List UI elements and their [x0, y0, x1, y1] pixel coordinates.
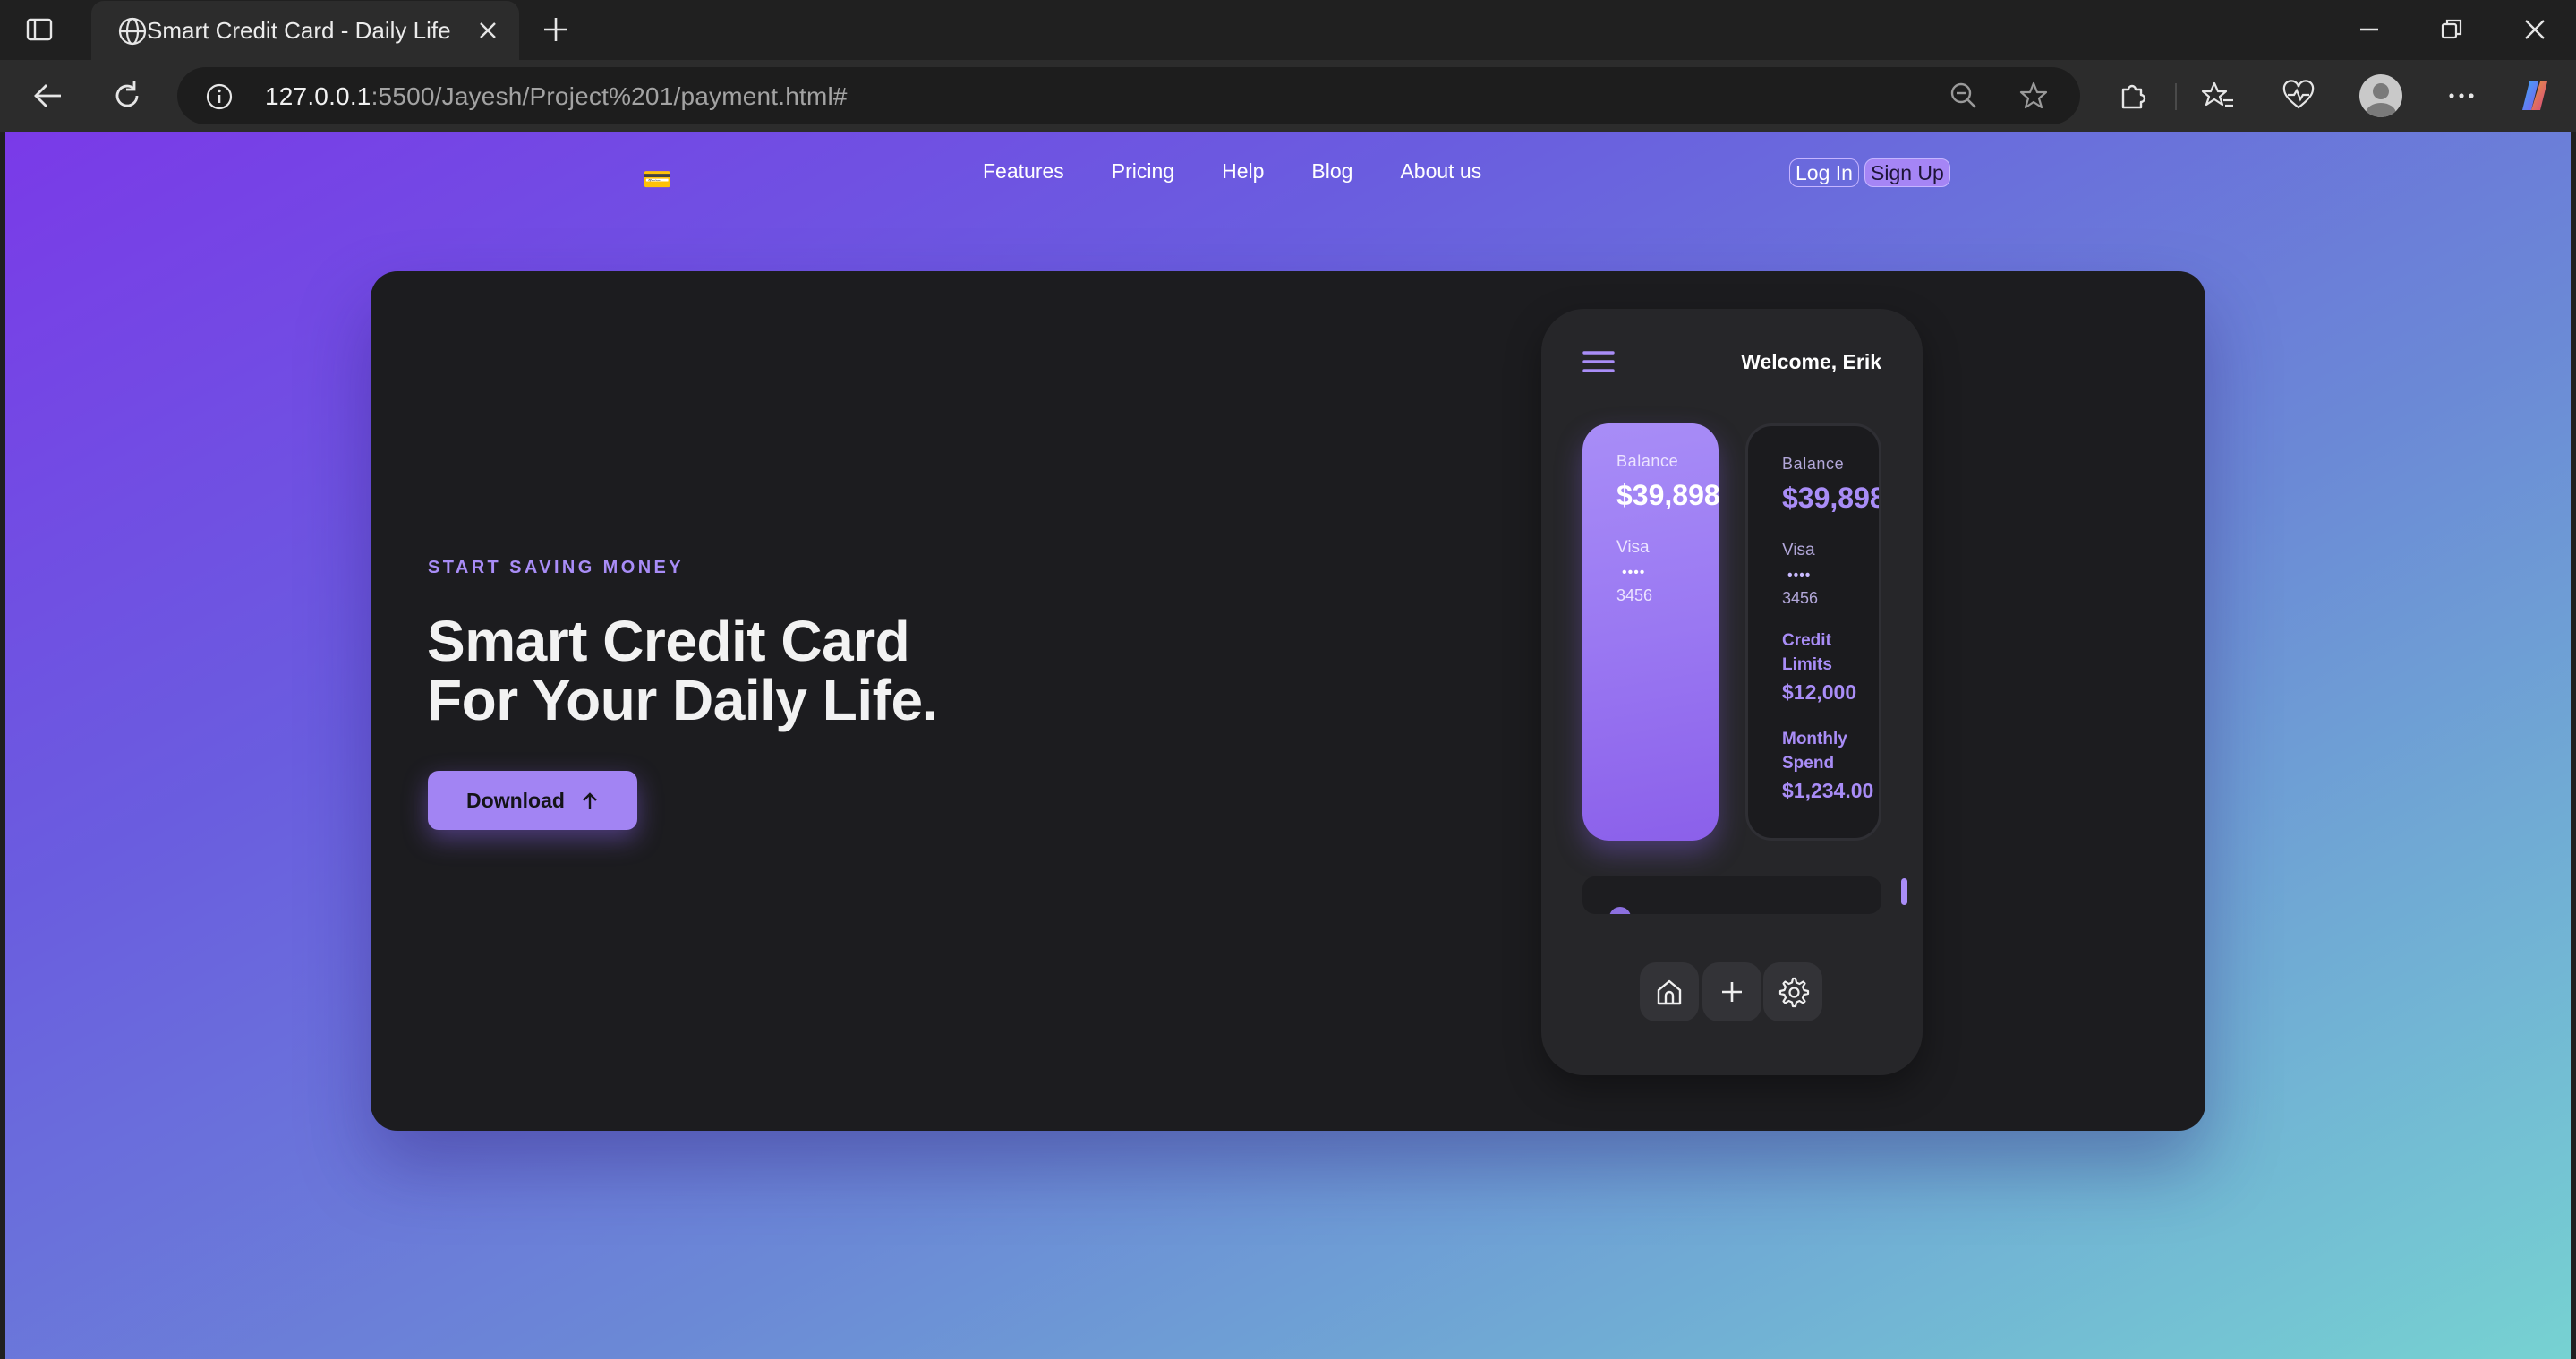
card-brand: Visa	[1782, 541, 1815, 560]
card-masked-digits: ••••	[1622, 565, 1646, 580]
gear-icon	[1778, 977, 1810, 1008]
sidebar-toggle-icon[interactable]	[25, 15, 54, 44]
add-button[interactable]	[1702, 962, 1761, 1021]
card-last-four: 3456	[1782, 589, 1819, 607]
site-navbar: 💳 Features Pricing Help Blog About us Lo…	[5, 132, 2571, 212]
card-balance-value: $39,898	[1782, 482, 1881, 514]
more-options-icon[interactable]	[2444, 78, 2479, 114]
card-balance-label: Balance	[1782, 455, 1845, 473]
extensions-icon[interactable]	[2114, 78, 2150, 114]
signup-button[interactable]: Sign Up	[1864, 158, 1950, 187]
credit-card-logo-icon[interactable]: 💳	[643, 167, 671, 191]
browser-tabstrip: Smart Credit Card - Daily Life	[0, 0, 2576, 60]
browser-tab-active[interactable]: Smart Credit Card - Daily Life	[91, 1, 519, 60]
address-bar[interactable]: 127.0.0.1:5500/Jayesh/Project%201/paymen…	[177, 67, 2080, 124]
balance-card[interactable]: Balance $39,898 Visa •••• 3456 Credit Li…	[1745, 423, 1881, 841]
headline-line-2: For Your Daily Life.	[427, 668, 938, 732]
info-icon[interactable]	[204, 81, 235, 112]
list-item-avatar	[1609, 907, 1631, 914]
reload-icon[interactable]	[109, 78, 145, 114]
phone-mockup: Welcome, Erik Balance $39,898 Visa •••• …	[1541, 309, 1923, 1075]
credit-limits-value: $12,000	[1782, 680, 1857, 704]
favorite-star-icon[interactable]	[2017, 80, 2050, 112]
toolbar-separator	[2175, 83, 2177, 110]
monthly-spend-label: Monthly Spend	[1782, 730, 1847, 773]
tab-title: Smart Credit Card - Daily Life	[147, 17, 451, 44]
card-last-four: 3456	[1616, 586, 1653, 604]
home-icon	[1657, 979, 1682, 1005]
plus-icon	[1722, 982, 1742, 1002]
globe-icon	[118, 17, 147, 46]
person-icon	[2366, 83, 2396, 117]
download-button[interactable]: Download	[428, 771, 637, 830]
settings-button[interactable]	[1763, 962, 1822, 1021]
login-button[interactable]: Log In	[1789, 158, 1859, 187]
browser-health-icon[interactable]	[2281, 78, 2316, 114]
card-masked-digits: ••••	[1787, 568, 1812, 583]
card-balance-label: Balance	[1616, 452, 1679, 470]
transactions-list-peek[interactable]	[1582, 876, 1881, 914]
nav-link-blog[interactable]: Blog	[1311, 159, 1352, 184]
page-viewport: 💳 Features Pricing Help Blog About us Lo…	[5, 132, 2571, 1359]
hero-headline: Smart Credit Card For Your Daily Life.	[427, 611, 938, 730]
nav-link-pricing[interactable]: Pricing	[1112, 159, 1174, 184]
browser-toolbar: 127.0.0.1:5500/Jayesh/Project%201/paymen…	[0, 60, 2576, 132]
card-balance-value: $39,898	[1616, 479, 1719, 511]
download-label: Download	[466, 788, 565, 812]
balance-card[interactable]: Balance $39,898 Visa •••• 3456	[1582, 423, 1719, 841]
monthly-spend-value: $1,234.00	[1782, 779, 1874, 802]
restore-icon[interactable]	[2436, 14, 2467, 45]
nav-link-features[interactable]: Features	[983, 159, 1064, 184]
headline-line-1: Smart Credit Card	[427, 609, 910, 673]
nav-link-help[interactable]: Help	[1222, 159, 1264, 184]
close-icon[interactable]	[476, 19, 499, 42]
copilot-icon[interactable]	[2517, 78, 2553, 114]
minimize-icon[interactable]	[2354, 14, 2384, 45]
credit-limits-label: Credit Limits	[1782, 631, 1832, 674]
new-tab-icon[interactable]	[541, 14, 571, 45]
profile-avatar[interactable]	[2359, 74, 2402, 117]
back-arrow-icon[interactable]	[30, 78, 66, 114]
nav-links: Features Pricing Help Blog About us	[983, 159, 1529, 184]
hero-card: START SAVING MONEY Smart Credit Card For…	[371, 271, 2205, 1131]
nav-link-about[interactable]: About us	[1400, 159, 1481, 184]
card-brand: Visa	[1616, 538, 1650, 557]
hamburger-menu-icon[interactable]	[1582, 348, 1615, 375]
zoom-out-icon[interactable]	[1948, 80, 1980, 112]
arrow-up-icon	[583, 792, 597, 810]
url-text[interactable]: 127.0.0.1:5500/Jayesh/Project%201/paymen…	[265, 82, 848, 111]
home-button[interactable]	[1640, 962, 1699, 1021]
favorites-icon[interactable]	[2200, 78, 2236, 114]
window-close-icon[interactable]	[2520, 14, 2550, 45]
welcome-text: Welcome, Erik	[1741, 350, 1881, 373]
hero-eyebrow: START SAVING MONEY	[428, 558, 685, 577]
scrollbar-thumb[interactable]	[1901, 878, 1907, 905]
